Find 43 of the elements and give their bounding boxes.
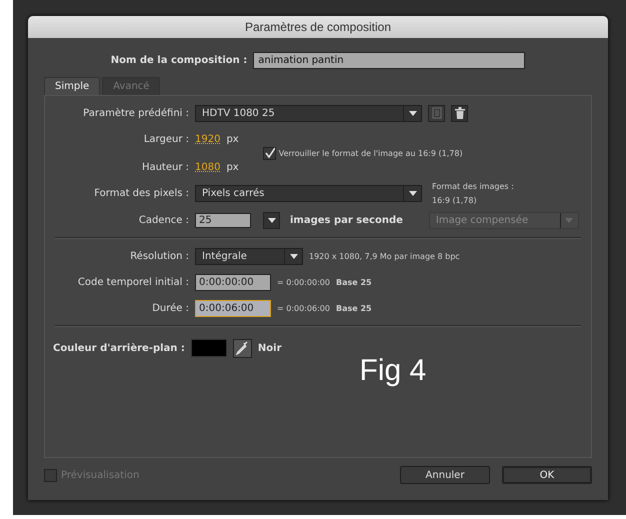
frame-rate-unit: images par seconde [290, 214, 403, 226]
frame-rate-menu-button[interactable] [263, 212, 280, 228]
aspect-label: Format des images : [432, 182, 514, 191]
height-unit: px [226, 162, 239, 172]
timecode-label: Durée : [151, 302, 189, 314]
color-name: Noir [258, 342, 282, 354]
resolution-info: 1920 x 1080, 7,9 Mo par image 8 bpc [309, 252, 460, 260]
frame-rate-field[interactable]: 25 [195, 212, 251, 228]
timecode-field[interactable]: 0:00:00:00 [195, 274, 271, 290]
timecode-info: = 0:00:06:00 [277, 304, 330, 312]
aspect-value: 16:9 (1,78) [432, 196, 478, 205]
timecode-label: Code temporel initial : [76, 276, 189, 288]
trash-icon[interactable] [451, 104, 468, 122]
caret-icon [268, 218, 276, 222]
timecode-info: = 0:00:00:00 [277, 278, 330, 286]
color-swatch[interactable] [190, 339, 227, 357]
ok-button[interactable]: OK [502, 466, 592, 484]
tab[interactable]: Simple [44, 77, 100, 95]
figure-label: Fig 4 [360, 354, 426, 388]
eyedropper-icon[interactable] [232, 338, 252, 358]
name-field[interactable]: animation pantin [253, 52, 526, 69]
timecode-field[interactable]: 0:00:06:00 [195, 300, 271, 316]
frame-rate-label: Cadence : [138, 214, 189, 226]
timecode-base: Base 25 [336, 278, 372, 286]
timecode-base: Base 25 [336, 304, 372, 312]
width-unit: px [226, 134, 239, 144]
preset-dropdown[interactable]: HDTV 1080 25 [195, 104, 422, 122]
pixel-format-dropdown[interactable]: Pixels carrés [195, 185, 422, 202]
save-preset-icon[interactable] [428, 104, 445, 122]
window-title: Paramètres de composition [244, 20, 392, 34]
name-label: Nom de la composition : [110, 55, 248, 66]
width-value[interactable]: 1920 [195, 134, 220, 144]
resolution-label: Résolution : [129, 250, 189, 262]
height-value[interactable]: 1080 [195, 162, 220, 172]
lock-checkbox[interactable] [262, 146, 276, 160]
height-label: Hauteur : [140, 162, 189, 172]
lock-label: Verrouiller le format de l'image au 16:9 (1,78) [278, 148, 463, 158]
resolution-dropdown[interactable]: Intégrale [195, 248, 303, 264]
width-label: Largeur : [142, 134, 189, 144]
pixel-format-label: Format des pixels : [93, 188, 189, 199]
cancel-button[interactable]: Annuler [400, 466, 490, 484]
background-color-label: Couleur d'arrière-plan : [53, 342, 185, 354]
preset-label: Paramètre prédéfini : [82, 108, 189, 118]
